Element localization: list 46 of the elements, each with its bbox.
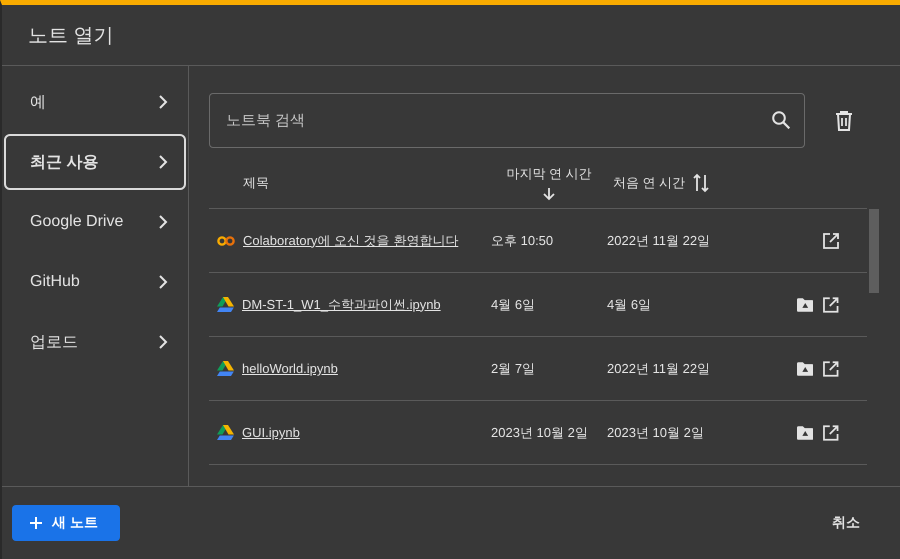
sidebar-item[interactable]: 업로드 [4, 314, 186, 370]
table-cell: 오후 10:50 [491, 232, 554, 248]
arrow-down-icon[interactable] [543, 187, 555, 201]
open-in-new-icon[interactable] [823, 360, 839, 376]
table-cell: 2022년 11월 22일 [607, 232, 710, 248]
chevron-right-icon [158, 215, 168, 229]
open-in-new-icon[interactable] [823, 424, 839, 440]
table-cell: 2023년 10월 2일 [607, 424, 704, 440]
drive-folder-icon[interactable] [797, 362, 814, 376]
column-header[interactable]: 마지막 연 시간 [506, 165, 592, 183]
open-in-new-icon[interactable] [823, 232, 839, 248]
new-note-button[interactable]: 새 노트 [12, 505, 120, 541]
notebook-link[interactable]: Colaboratory에 오신 것을 환영합니다 [243, 232, 458, 250]
sidebar-item[interactable]: 예 [4, 74, 186, 130]
notebook-link[interactable]: helloWorld.ipynb [242, 361, 338, 376]
cancel-button[interactable]: 취소 [826, 513, 866, 533]
sidebar-item[interactable]: GitHub [4, 254, 186, 310]
chevron-right-icon [158, 275, 168, 289]
plus-icon [30, 517, 42, 529]
chevron-right-icon [158, 155, 168, 169]
drive-logo-icon [217, 297, 234, 312]
table-cell: 4월 6일 [607, 296, 652, 312]
sort-arrows-icon[interactable] [693, 173, 710, 193]
colab-logo-icon [217, 236, 235, 246]
open-in-new-icon[interactable] [823, 296, 839, 312]
dialog-title: 노트 열기 [28, 24, 114, 48]
chevron-right-icon [158, 95, 168, 109]
search-field[interactable]: 노트북 검색 [209, 93, 805, 148]
table-cell: 4월 6일 [491, 296, 536, 312]
drive-folder-icon[interactable] [797, 298, 814, 312]
sidebar-item[interactable]: 최근 사용 [4, 134, 186, 190]
drive-folder-icon[interactable] [797, 426, 814, 440]
notebook-link[interactable]: GUI.ipynb [242, 425, 300, 440]
sidebar-item[interactable]: Google Drive [4, 194, 186, 250]
trash-icon[interactable] [835, 110, 853, 130]
drive-logo-icon [217, 361, 234, 376]
table-cell: 2022년 11월 22일 [607, 360, 710, 376]
table-cell: 2월 7일 [491, 360, 536, 376]
table-cell: 2023년 10월 2일 [491, 424, 588, 440]
chevron-right-icon [158, 335, 168, 349]
drive-logo-icon [217, 425, 234, 440]
scrollbar-thumb[interactable] [869, 209, 879, 293]
column-header[interactable]: 처음 연 시간 [613, 174, 686, 192]
search-icon[interactable] [771, 110, 791, 130]
notebook-link[interactable]: DM-ST-1_W1_수학과파이썬.ipynb [242, 296, 441, 314]
column-header[interactable]: 제목 [243, 174, 269, 192]
